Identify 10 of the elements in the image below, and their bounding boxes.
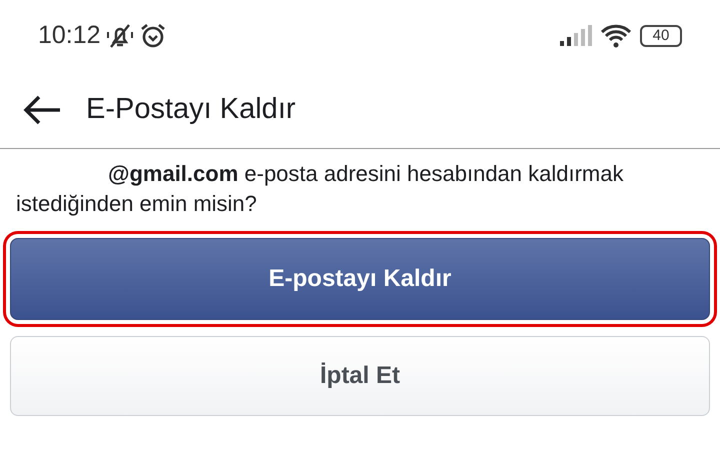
status-time: 10:12 [38, 20, 101, 52]
signal-icon [560, 25, 592, 47]
wifi-icon [600, 24, 632, 48]
battery-indicator: 40 [640, 25, 682, 47]
confirmation-message: @gmail.com e-posta adresini hesabından kaldırmak istediğinden emin misin? [15, 160, 624, 218]
page-title: E-Postayı Kaldır [86, 92, 296, 128]
cancel-button[interactable]: İptal Et [10, 336, 710, 416]
back-arrow-icon[interactable] [22, 94, 62, 126]
alarm-clock-icon [138, 22, 167, 50]
muted-bell-icon [104, 22, 135, 50]
